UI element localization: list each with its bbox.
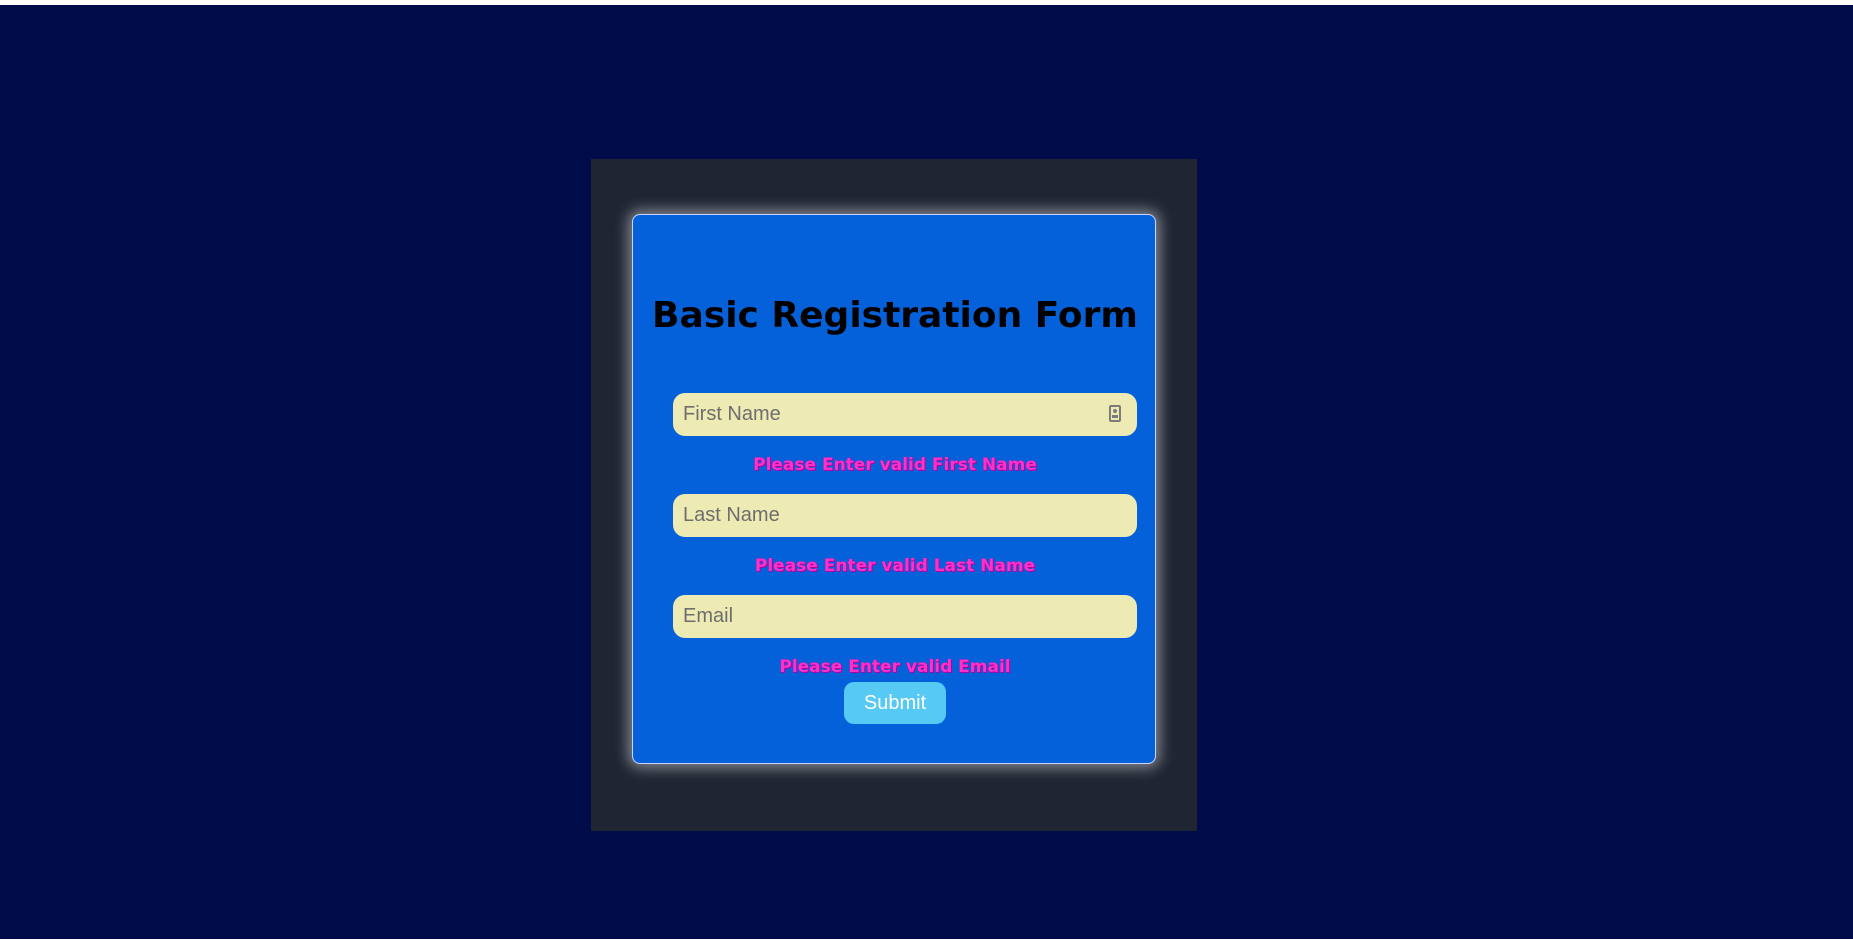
email-error: Please Enter valid Email <box>779 657 1011 677</box>
email-input[interactable] <box>673 595 1137 638</box>
last-name-error: Please Enter valid Last Name <box>754 556 1036 576</box>
form-title: Basic Registration Form <box>652 295 1138 336</box>
registration-card: Basic Registration Form Please Enter val… <box>632 214 1156 764</box>
contact-card-icon <box>1109 405 1121 422</box>
first-name-error: Please Enter valid First Name <box>753 455 1037 475</box>
first-name-input[interactable] <box>673 393 1137 436</box>
submit-button[interactable]: Submit <box>844 682 946 724</box>
last-name-input[interactable] <box>673 494 1137 537</box>
